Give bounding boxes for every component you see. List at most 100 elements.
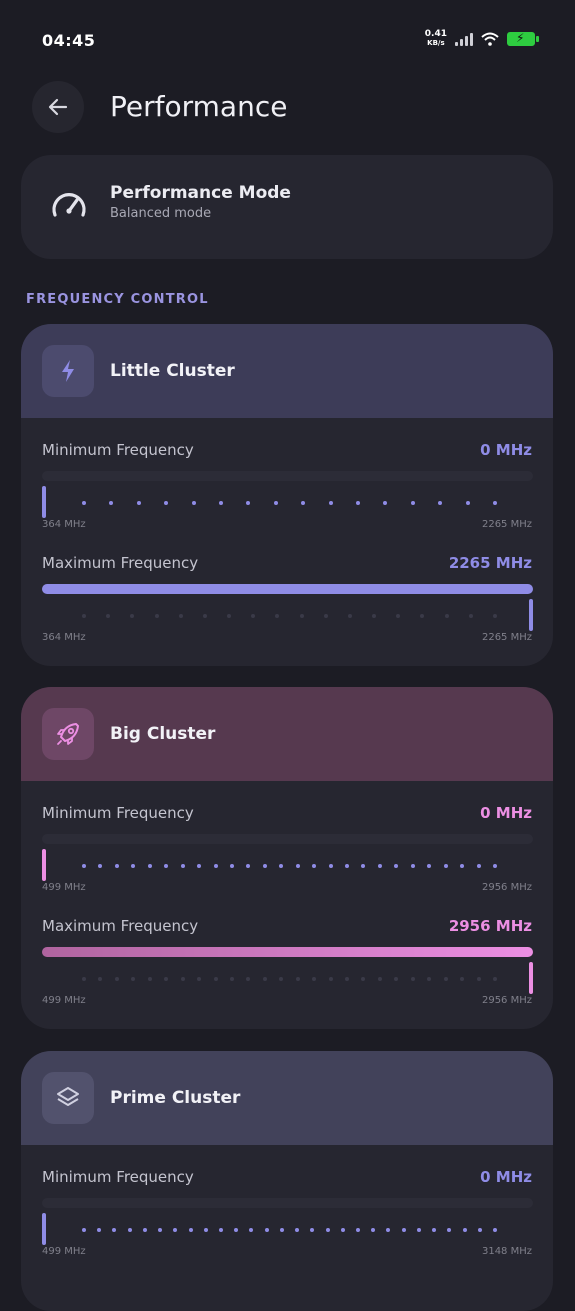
slider-step-dot — [130, 614, 135, 618]
prime-cluster-header: Prime Cluster — [21, 1051, 553, 1145]
little-cluster-icon-box — [42, 345, 94, 397]
slider-step-dot — [142, 1228, 147, 1232]
slider-thumb[interactable] — [42, 1213, 46, 1245]
big-cluster-header: Big Cluster — [21, 687, 553, 781]
slider-step-dot — [493, 501, 497, 505]
little-max-label: Maximum Frequency — [42, 554, 199, 572]
performance-mode-subtitle: Balanced mode — [110, 206, 212, 221]
rocket-icon — [57, 723, 79, 745]
slider-step-dot — [444, 614, 449, 618]
slider-step-dot — [420, 614, 425, 618]
big-max-track[interactable] — [42, 947, 533, 957]
slider-step-dot — [164, 864, 169, 868]
slider-step-dot — [416, 1228, 421, 1232]
little-min-range-max: 2265 MHz — [481, 519, 532, 530]
slider-step-dot — [345, 864, 350, 868]
network-speed: 0.41 KB/s — [425, 30, 447, 48]
slider-step-dot — [356, 1228, 360, 1232]
slider-step-dot — [82, 977, 86, 981]
big-min-track[interactable] — [42, 834, 533, 844]
slider-step-dot — [340, 1228, 345, 1232]
little-min-slider[interactable] — [42, 486, 533, 520]
network-speed-value: 0.41 — [424, 29, 447, 39]
status-bar: 04:45 0.41 KB/s ⚡ — [0, 0, 575, 80]
network-speed-unit: KB/s — [427, 39, 445, 47]
slider-step-dot — [229, 977, 234, 981]
slider-step-dot — [82, 864, 86, 868]
slider-step-dot — [273, 501, 278, 505]
little-max-track[interactable] — [42, 584, 533, 594]
little-cluster-card: Little Cluster Minimum Frequency 0 MHz 3… — [21, 324, 553, 666]
slider-step-dot — [279, 1228, 284, 1232]
slider-step-dot — [361, 977, 366, 981]
slider-step-dot — [188, 1228, 193, 1232]
big-cluster-name: Big Cluster — [110, 724, 216, 744]
battery-charging-icon: ⚡ — [507, 31, 539, 46]
slider-step-dot — [180, 864, 185, 868]
big-max-slider[interactable] — [42, 962, 533, 996]
slider-step-dot — [328, 864, 333, 868]
slider-step-dot — [465, 501, 470, 505]
slider-step-dot — [493, 614, 497, 618]
slider-step-dot — [328, 501, 333, 505]
slider-thumb[interactable] — [42, 849, 46, 881]
slider-step-dot — [106, 614, 111, 618]
slider-step-dot — [410, 501, 415, 505]
big-cluster-icon-box — [42, 708, 94, 760]
slider-step-dot — [295, 977, 300, 981]
little-min-value: 0 MHz — [480, 441, 532, 459]
slider-step-dot — [202, 614, 207, 618]
little-min-track[interactable] — [42, 471, 533, 481]
slider-step-dot — [178, 614, 183, 618]
slider-step-dot — [477, 1228, 482, 1232]
slider-step-dot — [410, 977, 415, 981]
slider-step-dot — [227, 614, 232, 618]
slider-step-dot — [371, 1228, 376, 1232]
slider-step-dot — [301, 501, 306, 505]
little-max-range-max: 2265 MHz — [481, 632, 532, 643]
slider-step-dot — [377, 977, 382, 981]
slider-step-dot — [443, 864, 448, 868]
little-max-slider[interactable] — [42, 599, 533, 633]
slider-step-dot — [394, 864, 399, 868]
slider-step-dot — [262, 977, 267, 981]
slider-step-dot — [112, 1228, 117, 1232]
slider-step-dot — [127, 1228, 132, 1232]
slider-step-dot — [197, 864, 202, 868]
prime-cluster-card: Prime Cluster Minimum Frequency 0 MHz 49… — [21, 1051, 553, 1311]
slider-step-dot — [377, 864, 382, 868]
slider-thumb[interactable] — [42, 486, 46, 518]
slider-step-dot — [264, 1228, 269, 1232]
slider-step-dot — [197, 977, 202, 981]
slider-step-dot — [114, 977, 119, 981]
slider-step-dot — [234, 1228, 239, 1232]
prime-min-track[interactable] — [42, 1198, 533, 1208]
prime-min-slider[interactable] — [42, 1213, 533, 1247]
back-button[interactable] — [32, 81, 84, 133]
slider-thumb[interactable] — [529, 962, 533, 994]
slider-step-dot — [432, 1228, 437, 1232]
slider-step-dot — [310, 1228, 315, 1232]
slider-step-dot — [410, 864, 415, 868]
slider-step-dot — [203, 1228, 208, 1232]
big-min-slider[interactable] — [42, 849, 533, 883]
slider-step-dot — [219, 1228, 223, 1232]
app-header: Performance — [0, 80, 575, 136]
slider-step-dot — [246, 501, 251, 505]
slider-step-dot — [98, 864, 103, 868]
status-time: 04:45 — [42, 31, 96, 50]
slider-step-dot — [279, 864, 284, 868]
slider-step-dot — [147, 977, 152, 981]
slider-step-dot — [82, 501, 86, 505]
slider-step-dot — [262, 864, 267, 868]
slider-step-dot — [147, 864, 152, 868]
slider-step-dot — [493, 1228, 497, 1232]
slider-step-dot — [438, 501, 443, 505]
slider-step-dot — [98, 977, 103, 981]
slider-step-dot — [347, 614, 352, 618]
slider-step-dot — [356, 501, 360, 505]
slider-step-dot — [154, 614, 159, 618]
big-min-range-min: 499 MHz — [42, 882, 86, 893]
performance-mode-card[interactable]: Performance Mode Balanced mode — [21, 155, 553, 259]
slider-thumb[interactable] — [529, 599, 533, 631]
